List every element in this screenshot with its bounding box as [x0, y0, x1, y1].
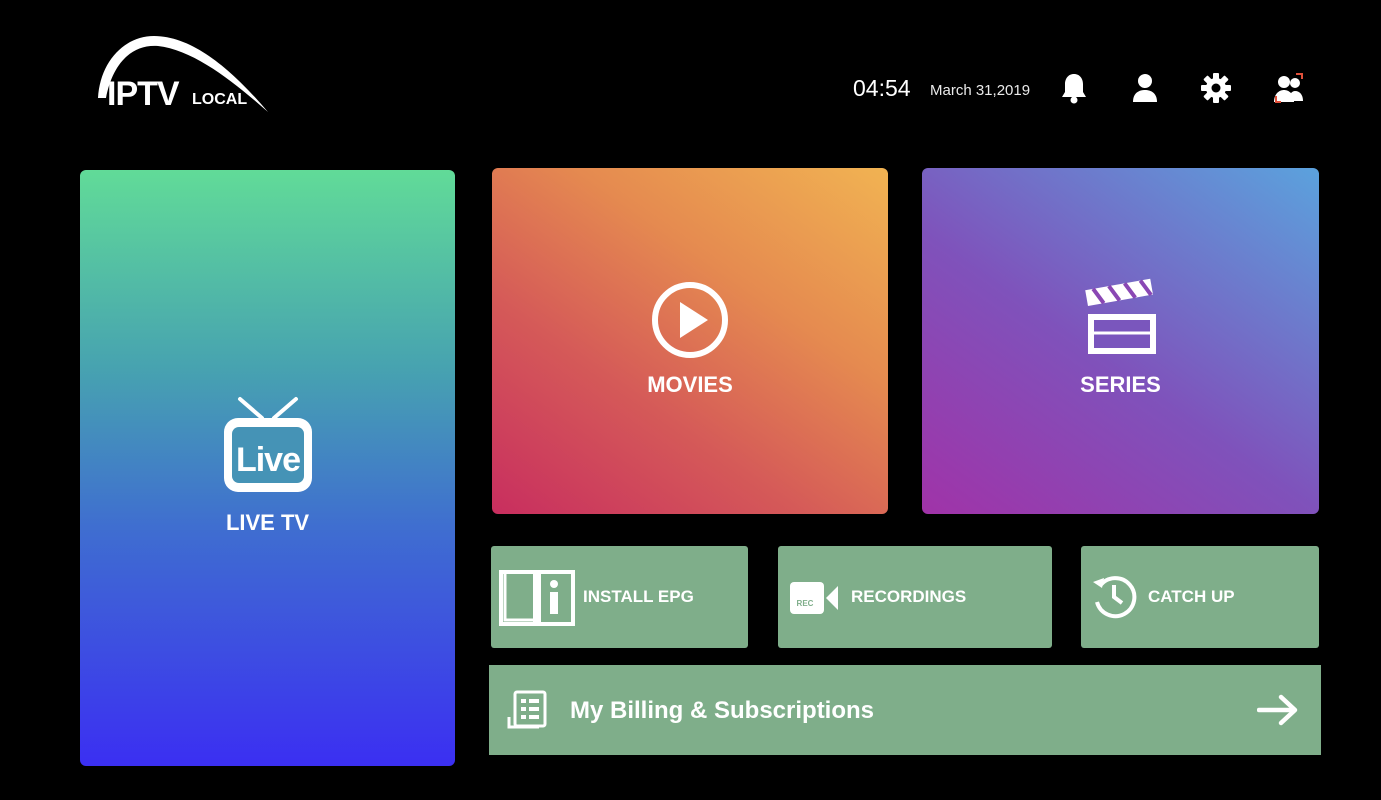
app-logo: IPTV LOCAL [94, 32, 270, 114]
series-tile[interactable]: SERIES [922, 168, 1319, 514]
switch-user-icon[interactable] [1269, 68, 1309, 108]
rec-badge: REC [796, 599, 814, 608]
play-circle-icon [652, 282, 728, 358]
bell-icon[interactable] [1054, 68, 1094, 108]
logo-text: IPTV [107, 75, 180, 113]
recordings-label: RECORDINGS [851, 587, 967, 606]
clock-date: March 31,2019 [930, 82, 1031, 99]
history-icon [1093, 576, 1137, 619]
series-label: SERIES [1080, 372, 1161, 397]
live-tv-tile[interactable]: Live LIVE TV [80, 170, 455, 766]
install-epg-label: INSTALL EPG [583, 587, 694, 606]
live-tv-label: LIVE TV [225, 510, 310, 535]
receipt-icon [507, 690, 547, 729]
install-epg-button[interactable]: INSTALL EPG [491, 546, 748, 648]
catch-up-label: CATCH UP [1148, 587, 1235, 606]
billing-label: My Billing & Subscriptions [570, 697, 875, 724]
live-badge: Live [235, 441, 301, 479]
movies-tile[interactable]: MOVIES [492, 168, 888, 514]
clock-time: 04:54 [853, 75, 911, 101]
catch-up-button[interactable]: CATCH UP [1081, 546, 1319, 648]
clapperboard-icon [1085, 278, 1156, 354]
recordings-button[interactable]: REC RECORDINGS [778, 546, 1052, 648]
rec-camera-icon [790, 582, 838, 614]
arrow-right-icon[interactable] [1257, 693, 1299, 727]
logo-suffix: LOCAL [192, 91, 248, 108]
movies-label: MOVIES [647, 372, 733, 397]
book-info-icon [499, 570, 575, 626]
billing-button[interactable]: My Billing & Subscriptions [489, 665, 1321, 755]
gear-icon[interactable] [1196, 68, 1236, 108]
user-icon[interactable] [1125, 68, 1165, 108]
